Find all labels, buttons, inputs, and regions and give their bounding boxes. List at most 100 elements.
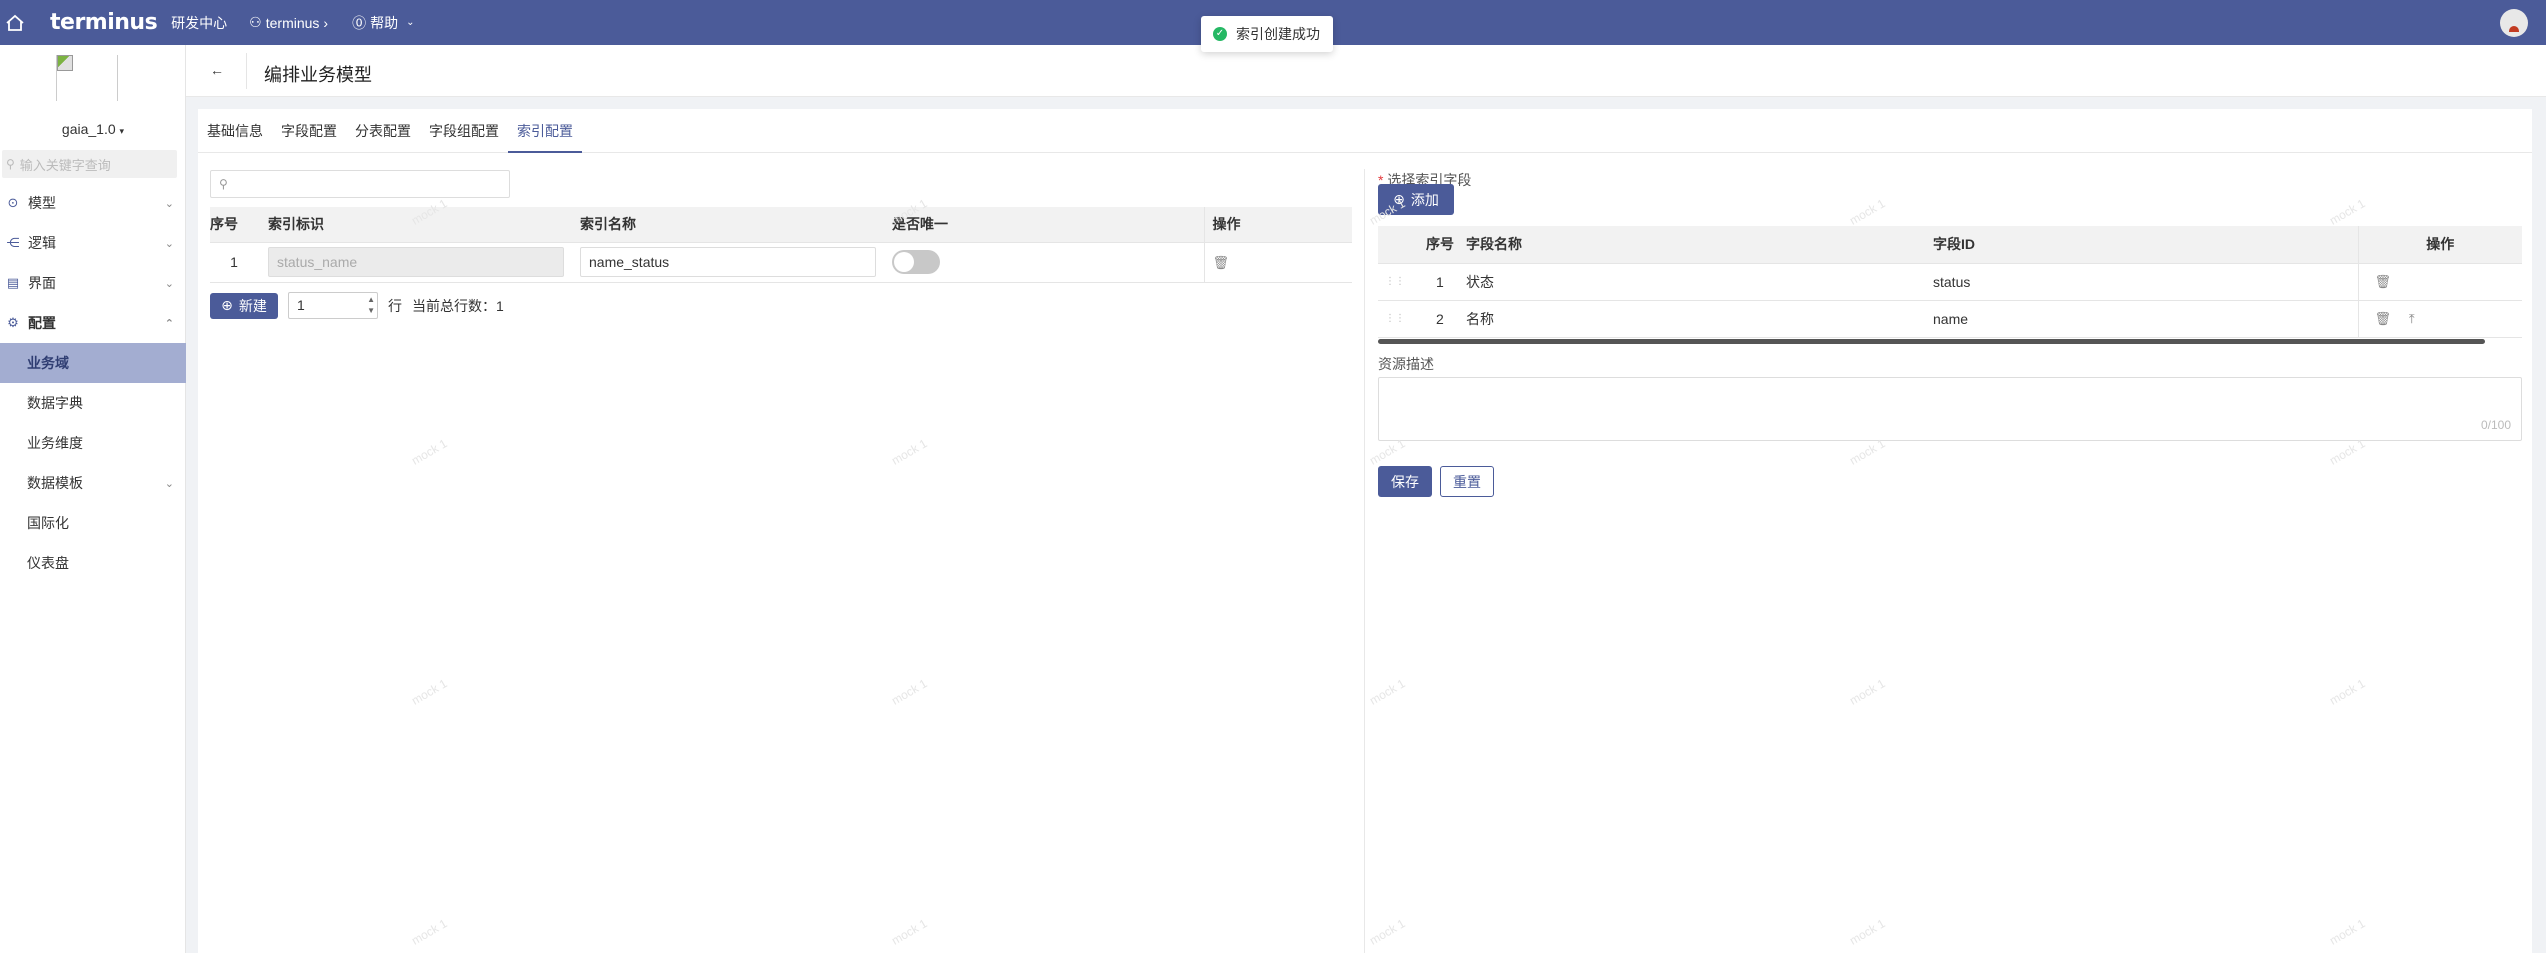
new-row-button[interactable]: ⊕ 新建	[210, 292, 278, 319]
chevron-down-icon: ⌄	[164, 197, 174, 210]
col-field-id: 字段ID	[1933, 226, 2358, 264]
chevron-down-icon: ⌄	[406, 17, 415, 28]
share-icon: ⋲	[6, 235, 20, 250]
row-no: 1	[210, 242, 268, 283]
move-to-top-icon[interactable]: ⤒	[2409, 311, 2415, 326]
col-field-name: 字段名称	[1466, 226, 1933, 264]
sidebar-search-input[interactable]: ⚲ 输入关键字查询	[2, 150, 177, 178]
chevron-down-icon: ⌄	[164, 237, 174, 250]
description-textarea[interactable]: 0/100	[1378, 377, 2522, 441]
sidebar-item-label: 数据模板	[27, 475, 83, 491]
tab-basic-info[interactable]: 基础信息	[198, 121, 272, 153]
sidebar-group-label: 模型	[28, 195, 56, 211]
sidebar-group-label: 配置	[28, 315, 56, 331]
index-name-input[interactable]: name_status	[580, 247, 876, 277]
brand-logo[interactable]: terminus	[50, 10, 158, 35]
search-icon: ⚲	[6, 157, 15, 171]
sidebar-group-ui[interactable]: ▤ 界面 ⌄	[0, 263, 186, 303]
col-index-key: 索引标识	[268, 207, 580, 243]
nav-rd-center[interactable]: 研发中心	[171, 13, 227, 33]
unique-toggle[interactable]	[892, 250, 940, 274]
trash-icon[interactable]: 🗑	[2375, 311, 2392, 326]
main-content: 基础信息 字段配置 分表配置 字段组配置 索引配置 ⚲ 序号 索引标识 索引名称…	[198, 109, 2532, 953]
index-field-table: 序号 字段名称 字段ID 操作 ⋮⋮ 1 状态 status 🗑 ⋮⋮ 2 名称…	[1378, 226, 2522, 338]
row-field-name: 名称	[1466, 300, 1933, 338]
sidebar-group-config[interactable]: ⚙ 配置 ⌃	[0, 303, 186, 343]
plus-circle-icon: ⊕	[1393, 191, 1405, 207]
row-field-id: name	[1933, 300, 2358, 338]
nav-help-menu[interactable]: ⓪ 帮助 ⌄	[352, 13, 414, 33]
sidebar-item-label: 业务维度	[27, 435, 83, 451]
tab-index-config[interactable]: 索引配置	[508, 121, 582, 153]
row-field-name: 状态	[1466, 263, 1933, 301]
row-actions-cell: 🗑	[1203, 242, 1352, 283]
avatar[interactable]	[2500, 9, 2528, 37]
sidebar: gaia_1.0 ▾ ⚲ 输入关键字查询 ⊙ 模型 ⌄ ⋲ 逻辑 ⌄ ▤ 界面 …	[0, 45, 186, 953]
sidebar-item-data-template[interactable]: 数据模板 ⌄	[0, 463, 186, 503]
row-field-id: status	[1933, 263, 2358, 301]
version-selector[interactable]: gaia_1.0 ▾	[0, 121, 186, 137]
chevron-down-icon: ⌄	[164, 277, 174, 290]
sidebar-group-model[interactable]: ⊙ 模型 ⌄	[0, 183, 186, 223]
sidebar-item-label: 数据字典	[27, 395, 83, 411]
tab-field-config[interactable]: 字段配置	[272, 121, 346, 153]
app-logo-image	[56, 55, 118, 101]
index-search-input[interactable]: ⚲	[210, 170, 510, 198]
back-button[interactable]: ←	[210, 62, 224, 78]
col-no: 序号	[210, 207, 268, 243]
drag-handle-icon[interactable]: ⋮⋮	[1378, 300, 1412, 338]
tab-bar: 基础信息 字段配置 分表配置 字段组配置 索引配置	[198, 121, 2532, 153]
sidebar-group-logic[interactable]: ⋲ 逻辑 ⌄	[0, 223, 186, 263]
table-footer: ⊕ 新建 1 ▲ ▼ 行 当前总行数：1	[210, 292, 504, 319]
total-rows-label: 当前总行数：1	[412, 297, 504, 314]
description-label: 资源描述	[1378, 356, 1434, 372]
sidebar-item-business-dimension[interactable]: 业务维度	[0, 423, 186, 463]
horizontal-scrollbar[interactable]	[1378, 339, 2485, 344]
table-header-row: 序号 字段名称 字段ID 操作	[1378, 226, 2522, 264]
sidebar-item-label: 仪表盘	[27, 555, 69, 571]
stepper-arrows-icon[interactable]: ▲ ▼	[367, 294, 375, 316]
gear-icon: ⚙	[7, 315, 19, 330]
save-button[interactable]: 保存	[1378, 466, 1432, 497]
trash-icon[interactable]: 🗑	[2375, 274, 2392, 289]
search-icon: ⚲	[219, 177, 228, 191]
chevron-up-icon: ⌃	[164, 317, 174, 330]
reset-button[interactable]: 重置	[1440, 466, 1494, 497]
drag-handle-icon[interactable]: ⋮⋮	[1378, 263, 1412, 301]
select-field-label: * 选择索引字段	[1378, 170, 2522, 190]
version-label: gaia_1.0	[61, 121, 116, 137]
col-index-name: 索引名称	[580, 207, 892, 243]
toast-message: 索引创建成功	[1236, 26, 1320, 42]
table-header-row: 序号 索引标识 索引名称 是否唯一 操作	[210, 207, 1352, 243]
sidebar-item-i18n[interactable]: 国际化	[0, 503, 186, 543]
row-count-stepper[interactable]: 1 ▲ ▼	[288, 292, 378, 319]
chevron-right-icon: ›	[323, 14, 329, 31]
home-icon[interactable]	[4, 12, 26, 34]
table-row[interactable]: ⋮⋮ 1 状态 status 🗑	[1378, 263, 2522, 301]
col-no: 序号	[1412, 226, 1466, 264]
sidebar-item-dashboard[interactable]: 仪表盘	[0, 543, 186, 583]
row-index-key-cell: status_name	[268, 242, 580, 283]
pane-divider	[1364, 169, 1365, 953]
col-actions: 操作	[1203, 207, 1352, 243]
index-table: 序号 索引标识 索引名称 是否唯一 操作 1 status_name name_…	[210, 207, 1352, 283]
sidebar-item-data-dictionary[interactable]: 数据字典	[0, 383, 186, 423]
sidebar-item-business-domain[interactable]: 业务域	[0, 343, 186, 383]
trash-icon[interactable]: 🗑	[1213, 255, 1230, 270]
tab-field-group-config[interactable]: 字段组配置	[420, 121, 508, 153]
add-field-button[interactable]: ⊕ 添加	[1378, 184, 1454, 215]
header-divider	[246, 53, 247, 89]
plus-circle-icon: ⊕	[221, 297, 233, 313]
table-row[interactable]: ⋮⋮ 2 名称 name 🗑 ⤒	[1378, 300, 2522, 338]
char-counter: 0/100	[2480, 418, 2511, 432]
index-key-input: status_name	[268, 247, 564, 277]
sidebar-menu: ⊙ 模型 ⌄ ⋲ 逻辑 ⌄ ▤ 界面 ⌄ ⚙ 配置 ⌃ 业务域 数据字典 业务维…	[0, 183, 186, 583]
row-actions-cell: 🗑	[2357, 263, 2522, 301]
sidebar-item-label: 国际化	[27, 515, 69, 531]
sidebar-group-label: 逻辑	[28, 235, 56, 251]
nav-user-menu[interactable]: ⚇ terminus ›	[249, 14, 328, 31]
tab-shard-config[interactable]: 分表配置	[346, 121, 420, 153]
row-unique-cell	[892, 242, 1204, 283]
new-row-label: 新建	[238, 297, 267, 314]
nav-user-label: terminus	[265, 14, 320, 31]
